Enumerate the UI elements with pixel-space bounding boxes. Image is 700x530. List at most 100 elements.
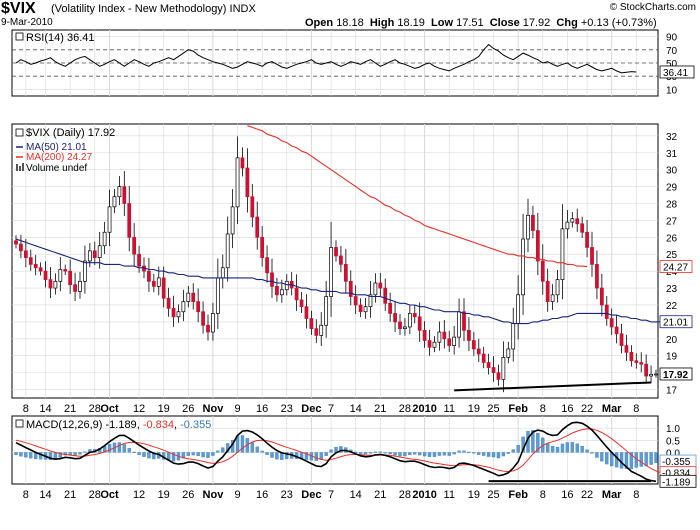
candle-body [117,186,122,198]
macd-histogram-bar [546,443,550,453]
candle-body [97,245,102,258]
candle-body [649,373,653,377]
x-axis-label: 21 [64,489,76,501]
price-axis-label: 22 [666,301,678,312]
x-axis-label: Oct [100,403,119,415]
x-axis-label: 12 [133,403,145,415]
x-axis-label: 2010 [412,489,436,501]
macd-histogram-bar [427,452,432,457]
candle-body [570,218,575,223]
price-axis-label: 20 [666,335,678,346]
macd-histogram-bar [19,452,23,457]
candle-body [452,336,457,346]
candle-body [462,311,466,331]
price-legend-label: $VIX (Daily) 17.92 [26,127,115,139]
macd-histogram-bar [117,442,122,453]
price-axis-label: 25 [666,250,678,261]
price-axis-label: 31 [666,149,678,160]
x-axis-label: 9 [234,403,240,415]
price-axis-label: 30 [666,166,678,177]
candle-body [358,304,363,313]
candle-body [334,247,338,257]
candle-body [373,282,378,296]
macd-histogram-bar [14,452,18,456]
macd-histogram-bar [255,446,259,453]
candle-body [83,260,87,282]
x-axis-label: Mar [602,489,622,501]
candle-body [339,255,343,265]
macd-histogram-bar [496,452,501,459]
rsi-legend-swatch [15,32,24,41]
x-axis-label: 7 [328,489,334,501]
macd-histogram-bar [383,452,387,454]
macd-histogram-bar [580,445,584,453]
macd-histogram-bar [378,451,382,453]
candle-body [275,286,279,296]
candle-body [250,196,255,218]
x-axis-label: 25 [487,403,499,415]
candle-body [137,253,141,267]
candle-body [14,240,18,245]
macd-histogram-bar [250,442,254,453]
candle-body [161,277,166,299]
candle-body [348,280,353,297]
candle-body [63,269,68,272]
macd-histogram-bar [122,444,126,453]
macd-histogram-bar [358,452,363,454]
price-axis-label: 17 [666,386,678,397]
macd-histogram-bar [452,452,456,455]
candle-body [235,157,240,208]
x-axis-label: Nov [203,489,225,501]
price-axis-label: 32 [666,132,678,143]
candle-body [324,296,329,326]
candle-body [260,236,265,258]
macd-histogram-bar [368,452,373,454]
macd-histogram-bar [442,452,446,456]
candle-body [412,313,417,318]
candle-body [186,292,191,302]
macd-histogram-bar [270,452,274,458]
candle-body [191,292,196,302]
macd-histogram-bar [388,452,392,455]
macd-histogram-bar [506,452,510,454]
x-axis-label: 8 [23,489,29,501]
candle-body [590,247,594,265]
macd-histogram-bar [600,452,604,462]
macd-histogram-bar [511,449,515,453]
x-axis-label: 14 [39,403,51,415]
candle-body [107,206,112,233]
x-axis-label: 19 [158,403,170,415]
x-axis-label: 28 [399,489,411,501]
price-axis-label: 28 [666,199,678,210]
x-axis-label: Oct [100,489,119,501]
candle-body [575,218,580,225]
x-axis-label: 2010 [412,403,436,415]
macd-histogram-bar [649,452,653,465]
candle-body [595,264,599,289]
macd-legend-hist-value: -0.355 [180,419,211,431]
macd-histogram-bar [206,452,210,458]
macd-histogram-bar [142,452,146,457]
x-axis-label: 19 [158,489,170,501]
price-legend-swatch [15,128,24,137]
macd-histogram-bar [29,452,33,459]
macd-histogram-bar [555,446,560,453]
x-axis-label: 19 [468,489,480,501]
macd-histogram-bar [477,452,481,455]
macd-histogram-bar [467,451,471,453]
candle-body [171,308,176,318]
candle-body [427,340,432,348]
x-axis-label: 25 [487,489,499,501]
candle-body [196,301,201,313]
candle-body [550,294,555,302]
candle-body [496,372,501,380]
candle-body [58,269,63,282]
x-axis-label: 28 [399,403,411,415]
macd-histogram-bar [486,452,491,457]
macd-histogram-bar [211,452,215,456]
candle-body [299,299,304,308]
x-axis-label: Feb [508,403,528,415]
macd-histogram-bar [319,452,323,460]
macd-histogram-bar [191,452,195,456]
candle-body [403,326,407,330]
